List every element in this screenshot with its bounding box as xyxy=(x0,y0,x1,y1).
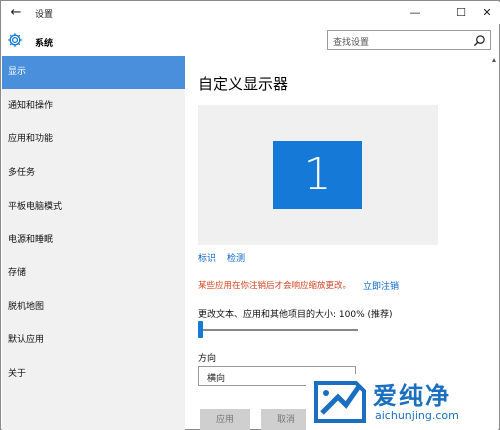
orientation-label: 方向 xyxy=(198,354,217,364)
gear-icon xyxy=(8,33,22,47)
sidebar-item-display[interactable]: 显示 xyxy=(2,56,185,89)
display-preview: 1 xyxy=(198,105,438,245)
watermark: 爱纯净 aichunjing.com xyxy=(306,374,498,430)
scaling-warning: 某些应用在你注销后才会响应缩放更改。 xyxy=(198,281,352,291)
sidebar-item-tablet-mode[interactable]: 平板电脑模式 xyxy=(2,191,185,224)
identify-link[interactable]: 标识 xyxy=(198,251,216,264)
watermark-text-cn: 爱纯净 xyxy=(373,382,451,410)
search-input[interactable]: 查找设置 xyxy=(327,30,491,50)
maximize-button[interactable]: ☐ xyxy=(448,4,474,22)
sidebar: 显示 通知和操作 应用和功能 多任务 平板电脑模式 电源和睡眠 存储 脱机地图 … xyxy=(2,56,185,430)
minimize-button[interactable]: — xyxy=(402,4,428,22)
sidebar-item-power-sleep[interactable]: 电源和睡眠 xyxy=(2,224,185,257)
title-bar: ← 设置 — ☐ ✕ xyxy=(2,2,500,24)
scale-label: 更改文本、应用和其他项目的大小: 100% (推荐) xyxy=(198,310,393,320)
sign-out-link[interactable]: 立即注销 xyxy=(363,279,399,292)
scale-slider-thumb[interactable] xyxy=(198,321,203,338)
sidebar-item-about[interactable]: 关于 xyxy=(2,358,185,391)
section-title: 系统 xyxy=(35,39,54,49)
search-icon[interactable] xyxy=(473,34,486,47)
window-title: 设置 xyxy=(35,10,54,20)
sidebar-item-notifications[interactable]: 通知和操作 xyxy=(2,90,185,123)
cancel-button[interactable]: 取消 xyxy=(261,409,311,430)
apply-button[interactable]: 应用 xyxy=(200,409,250,430)
watermark-logo-icon xyxy=(314,381,366,423)
back-arrow-icon[interactable]: ← xyxy=(8,5,24,21)
settings-window: ← 设置 — ☐ ✕ 系统 查找设置 显示 通知和操作 应用和功能 多任务 平板… xyxy=(0,0,500,430)
page-title: 自定义显示器 xyxy=(198,75,289,93)
sidebar-item-offline-maps[interactable]: 脱机地图 xyxy=(2,291,185,324)
close-button[interactable]: ✕ xyxy=(474,4,500,22)
sidebar-item-multitasking[interactable]: 多任务 xyxy=(2,157,185,190)
watermark-text-en: aichunjing.com xyxy=(375,409,459,422)
sidebar-item-apps[interactable]: 应用和功能 xyxy=(2,123,185,156)
orientation-value: 横向 xyxy=(207,374,226,384)
sidebar-item-default-apps[interactable]: 默认应用 xyxy=(2,324,185,357)
scale-slider-track[interactable] xyxy=(200,329,358,331)
sidebar-item-storage[interactable]: 存储 xyxy=(2,257,185,290)
search-placeholder: 查找设置 xyxy=(333,38,370,48)
monitor-tile[interactable]: 1 xyxy=(273,141,362,209)
detect-link[interactable]: 检测 xyxy=(227,251,245,264)
